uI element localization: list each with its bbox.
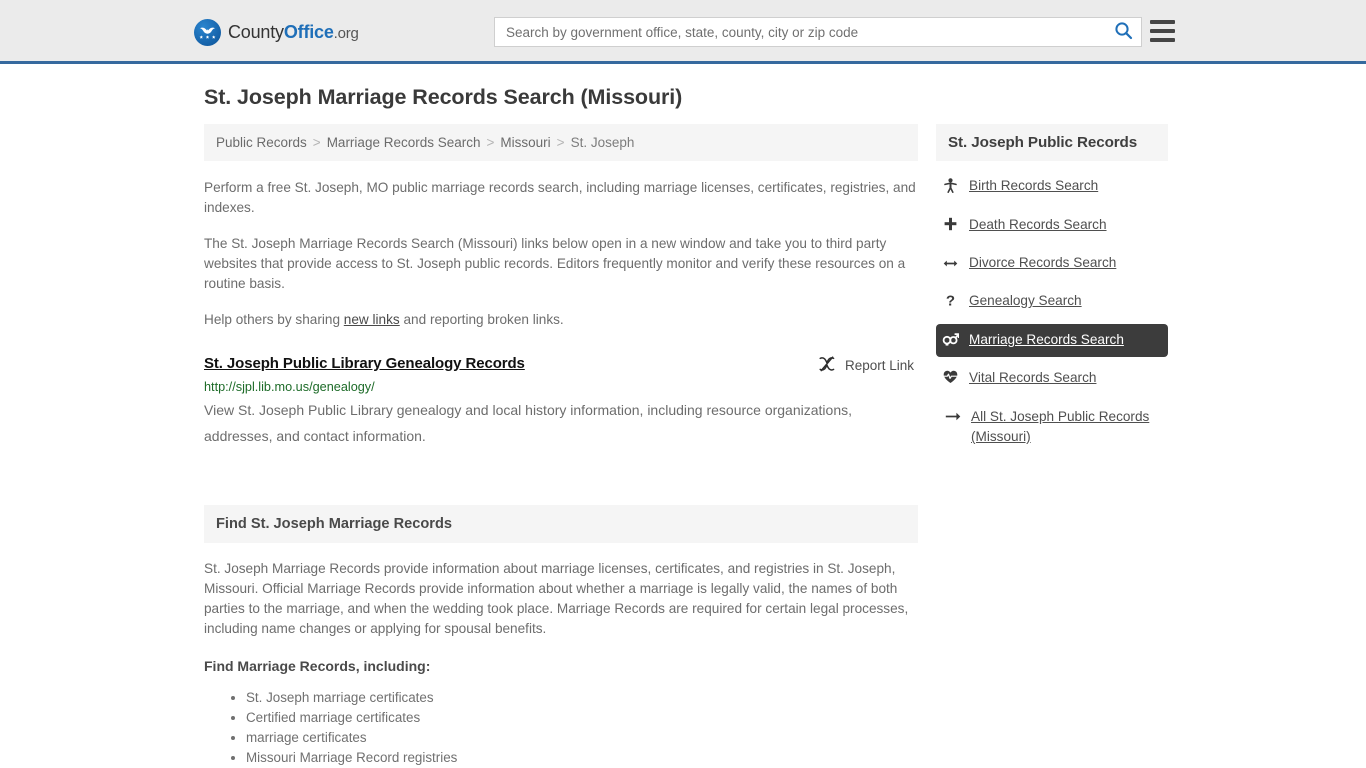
menu-bar-1 (1150, 20, 1175, 24)
sidebar-item-genealogy-search[interactable]: ? Genealogy Search (936, 285, 1168, 319)
menu-bar-3 (1150, 38, 1175, 42)
sidebar-item-label: Vital Records Search (969, 370, 1097, 385)
eagle-stars-logo-icon (194, 19, 221, 46)
sidebar-list: Birth Records Search Death Records Searc… (936, 170, 1168, 454)
intro-paragraph-1: Perform a free St. Joseph, MO public mar… (204, 180, 916, 215)
intro-paragraph-3: Help others by sharing new links and rep… (204, 310, 918, 330)
main-column: Public Records > Marriage Records Search… (204, 124, 918, 768)
new-links-link[interactable]: new links (344, 312, 400, 327)
find-records-section: Find St. Joseph Marriage Records St. Jos… (204, 505, 918, 768)
list-item: St. Joseph marriage certificates (246, 688, 918, 708)
result-link-block: St. Joseph Public Library Genealogy Reco… (204, 355, 918, 449)
search-button[interactable] (1105, 18, 1141, 46)
breadcrumb-item-missouri[interactable]: Missouri (500, 135, 550, 150)
sidebar-item-label: Death Records Search (969, 217, 1107, 232)
list-item: Missouri Marriage Record registries (246, 748, 918, 768)
hamburger-menu-icon[interactable] (1150, 20, 1175, 42)
sidebar-item-death-records-search[interactable]: Death Records Search (936, 209, 1168, 242)
breadcrumb-separator: > (556, 135, 565, 150)
sidebar-item-marriage-records-search[interactable]: Marriage Records Search (936, 324, 1168, 357)
baby-icon (942, 178, 959, 197)
intro-p3-before: Help others by sharing (204, 312, 344, 327)
sidebar-item-birth-records-search[interactable]: Birth Records Search (936, 170, 1168, 204)
result-url-link[interactable]: http://sjpl.lib.mo.us/genealogy/ (204, 380, 918, 394)
arrow-right-icon (944, 408, 961, 426)
breadcrumb-separator: > (486, 135, 495, 150)
intro-paragraph-2: The St. Joseph Marriage Records Search (… (204, 236, 906, 291)
breadcrumb-item-public-records[interactable]: Public Records (216, 135, 307, 150)
list-item: Certified marriage certificates (246, 708, 918, 728)
sidebar-item-label: Birth Records Search (969, 178, 1099, 193)
search-icon (1114, 21, 1133, 43)
brand-part-org: .org (333, 25, 359, 42)
find-records-body: St. Joseph Marriage Records provide info… (204, 561, 909, 636)
report-link-label: Report Link (844, 358, 914, 373)
breadcrumb-separator: > (312, 135, 321, 150)
page-title: St. Joseph Marriage Records Search (Miss… (204, 85, 683, 109)
heartbeat-icon (942, 370, 959, 388)
sidebar-item-divorce-records-search[interactable]: Divorce Records Search (936, 247, 1168, 280)
breadcrumb-item-st-joseph: St. Joseph (570, 135, 635, 150)
sidebar-item-label: Marriage Records Search (969, 332, 1124, 347)
breadcrumb: Public Records > Marriage Records Search… (204, 124, 918, 161)
columns: Public Records > Marriage Records Search… (204, 124, 1168, 768)
content-area: St. Joseph Marriage Records Search (Miss… (204, 85, 1168, 768)
breadcrumb-item-marriage-records-search[interactable]: Marriage Records Search (327, 135, 481, 150)
brand-part-office: Office (283, 22, 334, 42)
cross-icon (942, 217, 959, 235)
question-icon: ? (942, 292, 959, 312)
site-logo[interactable]: CountyOffice.org (194, 19, 359, 46)
find-records-subheading: Find Marriage Records, including: (204, 658, 431, 674)
report-link-button[interactable]: Report Link (818, 356, 918, 375)
venus-mars-icon (942, 332, 960, 350)
search-bar[interactable] (494, 17, 1142, 47)
broken-link-icon (818, 356, 836, 375)
sidebar: St. Joseph Public Records Birth Records … (936, 124, 1168, 459)
brand-part-county: County (228, 22, 284, 42)
list-item: marriage certificates (246, 728, 918, 748)
find-records-heading: Find St. Joseph Marriage Records (204, 505, 918, 543)
sidebar-item-label: Genealogy Search (969, 293, 1082, 308)
sidebar-item-vital-records-search[interactable]: Vital Records Search (936, 362, 1168, 395)
intro-p3-after: and reporting broken links. (399, 312, 564, 327)
sidebar-item-label: All St. Joseph Public Records (Missouri) (971, 409, 1150, 444)
sidebar-item-all-public-records[interactable]: All St. Joseph Public Records (Missouri) (936, 400, 1168, 454)
arrows-h-icon (942, 255, 959, 273)
sidebar-item-label: Divorce Records Search (969, 255, 1117, 270)
sidebar-heading: St. Joseph Public Records (936, 124, 1168, 161)
result-description: View St. Joseph Public Library genealogy… (204, 402, 852, 444)
brand-text: CountyOffice.org (228, 22, 359, 43)
site-header: CountyOffice.org (0, 0, 1366, 64)
search-input[interactable] (495, 18, 1105, 46)
result-title-link[interactable]: St. Joseph Public Library Genealogy Reco… (204, 355, 525, 372)
svg-text:?: ? (946, 293, 955, 308)
result-header-row: St. Joseph Public Library Genealogy Reco… (204, 355, 918, 375)
menu-bar-2 (1150, 29, 1175, 33)
find-records-bullet-list: St. Joseph marriage certificates Certifi… (204, 688, 918, 768)
